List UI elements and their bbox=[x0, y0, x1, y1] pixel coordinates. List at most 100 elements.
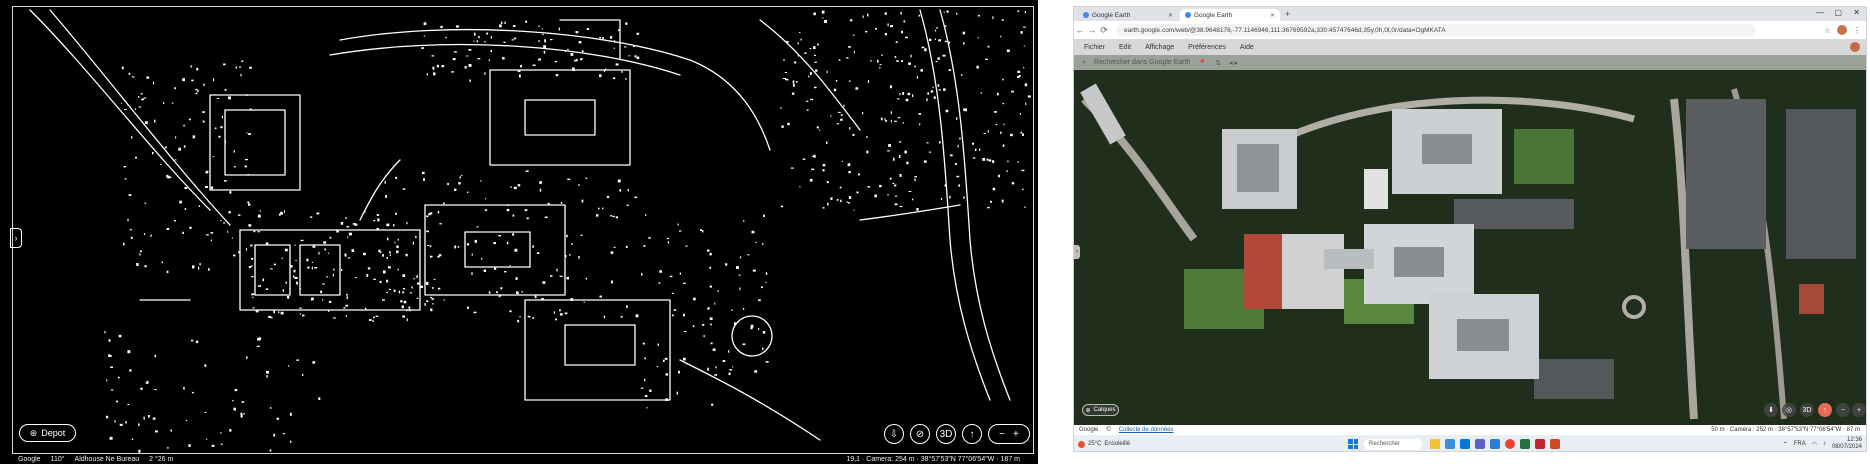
edge-speck bbox=[248, 224, 252, 227]
language-indicator[interactable]: FRA bbox=[1794, 441, 1806, 447]
edge-speck bbox=[467, 191, 469, 194]
edge-speck bbox=[224, 89, 227, 91]
volume-icon[interactable]: ♪ bbox=[1823, 441, 1826, 447]
edge-speck bbox=[988, 159, 992, 162]
edge-download-control[interactable]: ⇩ bbox=[884, 424, 904, 444]
menu-preferences[interactable]: Préférences bbox=[1188, 44, 1226, 51]
edge-speck bbox=[567, 48, 569, 51]
close-window-icon[interactable]: ✕ bbox=[1853, 8, 1860, 17]
edge-places-button[interactable]: ⊛ Depot bbox=[19, 424, 76, 442]
edge-speck bbox=[429, 255, 433, 258]
edge-zoom-in[interactable]: + bbox=[1013, 429, 1019, 440]
edge-side-tab[interactable]: › bbox=[10, 228, 22, 248]
edge-speck bbox=[932, 86, 934, 89]
edge-speck bbox=[944, 25, 947, 27]
new-tab-button[interactable]: + bbox=[1285, 9, 1290, 19]
edge-speck bbox=[521, 291, 524, 293]
edge-speck bbox=[167, 175, 170, 179]
close-icon[interactable]: ✕ bbox=[1270, 12, 1275, 19]
edge-speck bbox=[539, 188, 542, 192]
edge-speck bbox=[824, 20, 827, 23]
close-icon[interactable]: ✕ bbox=[1168, 12, 1173, 19]
edge-speck bbox=[926, 142, 929, 144]
weather-widget[interactable]: 25°C Ensoleillé bbox=[1078, 440, 1228, 448]
earth-zoom-out[interactable]: − bbox=[1836, 403, 1850, 417]
earth-side-tab[interactable]: › bbox=[1074, 245, 1080, 259]
edge-speck bbox=[293, 275, 295, 278]
teams-icon[interactable] bbox=[1475, 439, 1485, 449]
back-icon[interactable]: ← bbox=[1074, 25, 1086, 35]
earth-profile-avatar[interactable] bbox=[1850, 42, 1860, 52]
edge-speck bbox=[208, 268, 210, 271]
edge-speck bbox=[615, 63, 619, 66]
edge-speck bbox=[127, 350, 131, 354]
profile-avatar[interactable] bbox=[1837, 25, 1847, 35]
swap-icon[interactable]: ⇅ bbox=[1215, 59, 1221, 67]
edge-speck bbox=[612, 215, 615, 218]
edge-speck bbox=[341, 268, 343, 272]
browser-menu-icon[interactable]: ⋮ bbox=[1853, 26, 1861, 35]
edge-speck bbox=[318, 397, 321, 400]
edge-3d-control[interactable]: 3D bbox=[936, 424, 956, 444]
minimize-icon[interactable]: — bbox=[1816, 8, 1824, 17]
edge-speck bbox=[433, 278, 436, 280]
edge-speck bbox=[459, 176, 461, 179]
arrows-icon[interactable]: ◂ ▸ bbox=[1229, 59, 1238, 67]
bookmark-star-icon[interactable]: ☆ bbox=[1824, 26, 1831, 35]
forward-icon[interactable]: → bbox=[1086, 25, 1098, 35]
wifi-icon[interactable]: ◠ bbox=[1812, 441, 1817, 448]
edge-speck bbox=[944, 184, 946, 187]
tab-google-earth-1[interactable]: Google Earth ✕ bbox=[1078, 9, 1178, 21]
edge-zoom-out[interactable]: − bbox=[999, 429, 1005, 440]
earth-download-control[interactable]: ⬇ bbox=[1764, 403, 1778, 417]
edge-speck bbox=[930, 90, 934, 93]
address-bar[interactable]: earth.google.com/web/@38.9648176,-77.114… bbox=[1116, 24, 1756, 36]
edge-speck bbox=[811, 168, 815, 171]
acrobat-icon[interactable] bbox=[1535, 439, 1545, 449]
maximize-icon[interactable]: ▢ bbox=[1834, 8, 1842, 17]
file-explorer-icon[interactable] bbox=[1430, 439, 1440, 449]
edge-zoom-control[interactable]: − + bbox=[988, 424, 1030, 444]
edge-speck bbox=[420, 285, 423, 288]
earth-layers-button[interactable]: ⊛ Calques bbox=[1082, 404, 1119, 416]
powerpoint-icon[interactable] bbox=[1550, 439, 1560, 449]
edge-speck bbox=[848, 202, 850, 204]
earth-gyro-control[interactable]: ◎ bbox=[1782, 403, 1796, 417]
google-earth-map[interactable]: Fichier Edit Affichage Préférences Aide … bbox=[1074, 39, 1866, 425]
reload-icon[interactable]: ⟳ bbox=[1098, 25, 1110, 36]
word-icon[interactable] bbox=[1490, 439, 1500, 449]
edge-speck bbox=[715, 366, 717, 369]
taskbar-search[interactable]: Rechercher bbox=[1364, 438, 1422, 450]
pin-icon[interactable]: 📍 bbox=[1198, 59, 1207, 67]
earth-north-control[interactable]: ↑ bbox=[1818, 403, 1832, 417]
edge-browser-icon[interactable] bbox=[1445, 439, 1455, 449]
earth-search-input[interactable]: Rechercher dans Google Earth bbox=[1094, 59, 1191, 66]
mail-icon[interactable] bbox=[1460, 439, 1470, 449]
chevron-up-icon[interactable]: ⌃ bbox=[1783, 441, 1788, 448]
edge-speck bbox=[143, 416, 145, 420]
excel-icon[interactable] bbox=[1520, 439, 1530, 449]
edge-speck bbox=[322, 283, 325, 285]
menu-help[interactable]: Aide bbox=[1240, 44, 1254, 51]
menu-file[interactable]: Fichier bbox=[1084, 44, 1105, 51]
windows-start-icon[interactable] bbox=[1348, 439, 1358, 449]
search-icon[interactable]: ⌕ bbox=[1082, 59, 1086, 67]
edge-speck bbox=[175, 136, 177, 139]
edge-speck bbox=[565, 254, 567, 258]
edge-speck bbox=[281, 257, 283, 259]
edge-gyro-control[interactable]: ⊘ bbox=[910, 424, 930, 444]
earth-status-data-link[interactable]: Collecte de données bbox=[1119, 427, 1174, 433]
taskbar-clock[interactable]: 12:36 08/07/2024 bbox=[1832, 437, 1862, 451]
earth-zoom-in[interactable]: + bbox=[1852, 403, 1866, 417]
edge-speck bbox=[154, 354, 157, 358]
menu-view[interactable]: Affichage bbox=[1145, 44, 1174, 51]
earth-3d-control[interactable]: 3D bbox=[1800, 403, 1814, 417]
edge-speck bbox=[814, 61, 817, 63]
edge-speck bbox=[314, 267, 318, 269]
edge-speck bbox=[581, 50, 584, 52]
edge-speck bbox=[532, 317, 534, 319]
edge-north-control[interactable]: ↑ bbox=[962, 424, 982, 444]
chrome-icon[interactable] bbox=[1505, 439, 1515, 449]
menu-edit[interactable]: Edit bbox=[1119, 44, 1131, 51]
tab-google-earth-2[interactable]: Google Earth ✕ bbox=[1180, 9, 1280, 21]
